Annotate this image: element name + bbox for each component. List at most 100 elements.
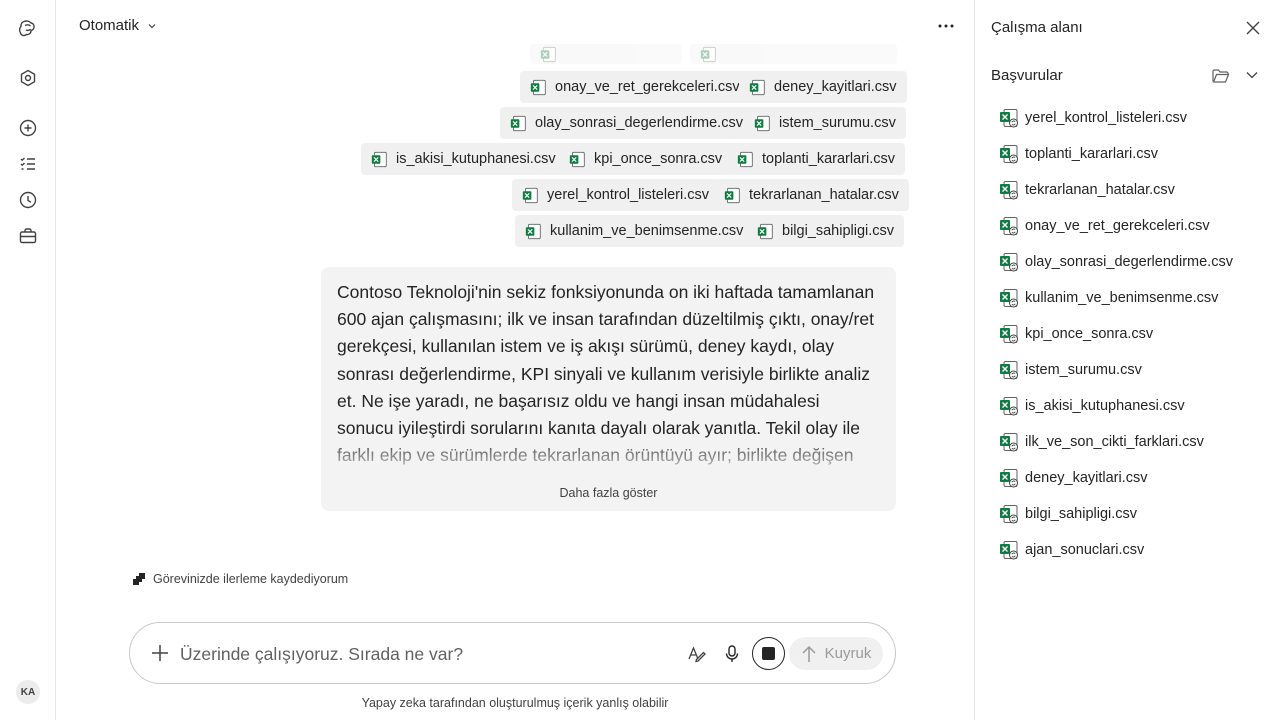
attachment-chip[interactable]: yerel_kontrol_listeleri.csv [512, 179, 719, 211]
reference-file-item[interactable]: olay_sonrasi_degerlendirme.csv [999, 250, 1233, 274]
excel-sync-file-icon [1000, 145, 1018, 164]
reference-file-label: kullanim_ve_benimsenme.csv [1025, 290, 1219, 306]
prompt-input[interactable] [180, 641, 620, 667]
close-icon[interactable] [1245, 20, 1261, 36]
excel-file-icon [757, 223, 773, 239]
attachment-chip-label: toplanti_kararlari.csv [762, 151, 895, 167]
reference-file-item[interactable]: tekrarlanan_hatalar.csv [999, 178, 1175, 202]
user-avatar[interactable]: KA [16, 680, 40, 704]
stop-button[interactable] [752, 637, 785, 670]
excel-sync-file-icon [1000, 505, 1018, 524]
queue-button[interactable]: Kuyruk [789, 637, 883, 670]
queue-label: Kuyruk [824, 645, 872, 662]
references-section-title: Başvurular [991, 67, 1063, 84]
excel-sync-file-icon [1000, 325, 1018, 344]
attachment-chip[interactable]: onay_ve_ret_gerekceleri.csv [520, 71, 750, 103]
attachment-chip[interactable]: kullanim_ve_benimsenme.csv [515, 215, 754, 247]
reference-file-item[interactable]: kullanim_ve_benimsenme.csv [999, 286, 1218, 310]
reference-file-item[interactable]: kpi_once_sonra.csv [999, 322, 1153, 346]
reference-file-item[interactable]: is_akisi_kutuphanesi.csv [999, 394, 1185, 418]
attachment-chip-label: tekrarlanan_hatalar.csv [749, 187, 899, 203]
chevron-down-icon[interactable] [1246, 71, 1258, 79]
excel-sync-file-icon [1000, 469, 1018, 488]
excel-sync-file-icon [1000, 253, 1018, 272]
attachment-chip[interactable]: is_akisi_kutuphanesi.csv [361, 143, 566, 175]
attachment-chip[interactable]: istem_surumu.csv [744, 107, 906, 139]
model-selector[interactable]: Otomatik [79, 17, 157, 34]
attachment-chip[interactable]: bilgi_sahipligi.csv [747, 215, 905, 247]
message-composer: Kuyruk [129, 622, 896, 684]
excel-sync-file-icon [1000, 289, 1018, 308]
reference-file-label: deney_kayitlari.csv [1025, 470, 1148, 486]
reference-file-label: yerel_kontrol_listeleri.csv [1025, 110, 1187, 126]
copilot-logo-icon[interactable] [16, 16, 40, 40]
attachment-chip-label: olay_sonrasi_degerlendirme.csv [535, 115, 743, 131]
excel-sync-file-icon [1000, 397, 1018, 416]
attachment-chip-label: bilgi_sahipligi.csv [782, 223, 895, 239]
reference-file-label: ajan_sonuclari.csv [1025, 542, 1145, 558]
attachment-chip[interactable]: tekrarlanan_hatalar.csv [714, 179, 909, 211]
microphone-icon[interactable] [720, 642, 744, 666]
new-chat-icon[interactable] [16, 116, 40, 140]
attachment-chip-label: is_akisi_kutuphanesi.csv [396, 151, 556, 167]
excel-sync-file-icon [1000, 433, 1018, 452]
reference-file-item[interactable]: toplanti_kararlari.csv [999, 142, 1158, 166]
excel-file-icon [540, 46, 556, 62]
reference-file-item[interactable]: onay_ve_ret_gerekceleri.csv [999, 214, 1210, 238]
reference-file-label: is_akisi_kutuphanesi.csv [1025, 398, 1185, 414]
reference-file-label: onay_ve_ret_gerekceleri.csv [1025, 218, 1210, 234]
show-more-link[interactable]: Daha fazla göster [321, 486, 896, 500]
more-options-icon[interactable] [936, 16, 956, 36]
attachment-chip-label: kullanim_ve_benimsenme.csv [550, 223, 744, 239]
user-message-bubble: Contoso Teknoloji'nin sekiz fonksiyonund… [321, 267, 896, 511]
tasks-icon[interactable] [16, 152, 40, 176]
excel-file-icon [737, 151, 753, 167]
attachment-chip-label: onay_ve_ret_gerekceleri.csv [555, 79, 740, 95]
attachment-chip [690, 44, 897, 64]
reference-file-label: kpi_once_sonra.csv [1025, 326, 1154, 342]
attachment-chip[interactable]: olay_sonrasi_degerlendirme.csv [500, 107, 753, 139]
attachment-chip-label: yerel_kontrol_listeleri.csv [547, 187, 709, 203]
reference-file-label: istem_surumu.csv [1025, 362, 1142, 378]
attachment-chip [530, 44, 682, 64]
attachment-chip[interactable]: kpi_once_sonra.csv [559, 143, 733, 175]
open-folder-icon[interactable] [1212, 68, 1230, 84]
excel-file-icon [510, 115, 526, 131]
stop-icon [762, 647, 775, 660]
reference-file-item[interactable]: ajan_sonuclari.csv [999, 538, 1144, 562]
reference-file-item[interactable]: bilgi_sahipligi.csv [999, 502, 1137, 526]
reference-file-item[interactable]: ilk_ve_son_cikti_farklari.csv [999, 430, 1204, 454]
workspace-panel: Çalışma alanı Başvurular yerel_kontrol_l… [974, 0, 1280, 720]
reference-file-item[interactable]: yerel_kontrol_listeleri.csv [999, 106, 1187, 130]
reference-file-label: tekrarlanan_hatalar.csv [1025, 182, 1175, 198]
reference-file-item[interactable]: istem_surumu.csv [999, 358, 1142, 382]
excel-file-icon [525, 223, 541, 239]
excel-sync-file-icon [1000, 541, 1018, 560]
attachment-chip[interactable]: toplanti_kararlari.csv [727, 143, 905, 175]
writing-style-icon[interactable] [685, 642, 709, 666]
arrow-up-icon [802, 645, 816, 662]
excel-file-icon [371, 151, 387, 167]
add-attachment-icon[interactable] [150, 643, 170, 663]
left-rail: KA [0, 0, 56, 720]
reference-file-label: toplanti_kararlari.csv [1025, 146, 1158, 162]
attachment-chip-label: deney_kayitlari.csv [774, 79, 897, 95]
progress-status: Görevinizde ilerleme kaydediyorum [133, 572, 348, 586]
reference-file-item[interactable]: deney_kayitlari.csv [999, 466, 1148, 490]
excel-file-icon [522, 187, 538, 203]
excel-sync-file-icon [1000, 361, 1018, 380]
excel-file-icon [754, 115, 770, 131]
briefcase-icon[interactable] [16, 224, 40, 248]
excel-file-icon [749, 79, 765, 95]
excel-sync-file-icon [1000, 217, 1018, 236]
attachment-chip[interactable]: deney_kayitlari.csv [739, 71, 907, 103]
progress-steps-icon [133, 573, 145, 585]
user-message-text: Contoso Teknoloji'nin sekiz fonksiyonund… [337, 282, 875, 466]
agents-icon[interactable] [16, 66, 40, 90]
model-label: Otomatik [79, 17, 140, 34]
excel-sync-file-icon [1000, 109, 1018, 128]
ai-disclaimer: Yapay zeka tarafından oluşturulmuş içeri… [361, 696, 669, 710]
reference-file-label: ilk_ve_son_cikti_farklari.csv [1025, 434, 1204, 450]
excel-file-icon [700, 46, 716, 62]
history-icon[interactable] [16, 188, 40, 212]
